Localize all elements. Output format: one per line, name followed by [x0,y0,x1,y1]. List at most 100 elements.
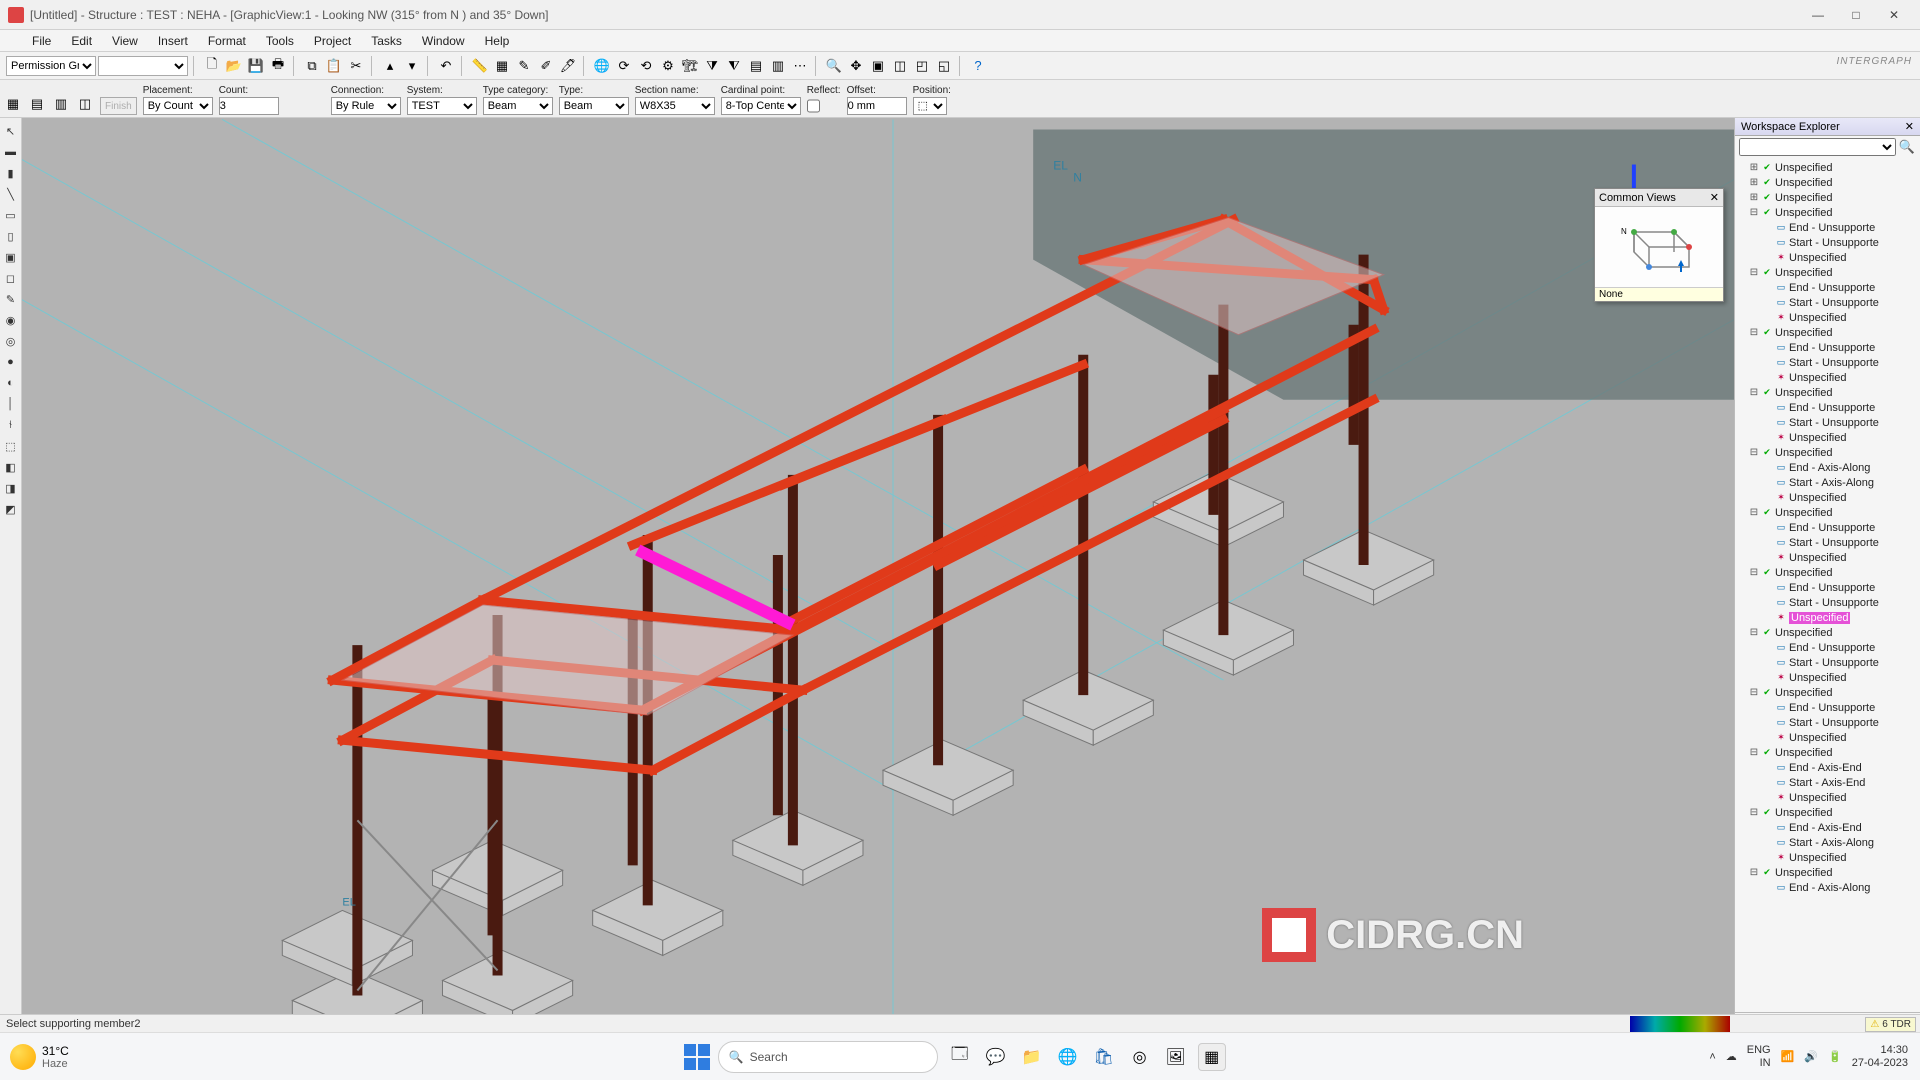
filter2-icon[interactable]: ⧨ [724,56,744,76]
tree-child[interactable]: ▭Start - Unsupporte [1737,535,1920,550]
nav-down-icon[interactable]: ▾ [402,56,422,76]
tree-group[interactable]: ⊟✔Unspecified [1737,445,1920,460]
window-icon[interactable]: ◫ [890,56,910,76]
tree-group[interactable]: ⊟✔Unspecified [1737,325,1920,340]
minimize-button[interactable]: — [1800,4,1836,26]
tray-battery-icon[interactable]: 🔋 [1828,1050,1842,1063]
system-select[interactable]: TEST [407,97,477,115]
explorer-filter-select[interactable] [1739,138,1896,156]
tree-child[interactable]: ✶Unspecified [1737,250,1920,265]
tree-group[interactable]: ⊟✔Unspecified [1737,265,1920,280]
taskbar-weather[interactable]: 31°C Haze [0,1044,200,1070]
taskbar-app-explorer[interactable]: 📁 [1018,1043,1046,1071]
menu-file[interactable]: File [22,32,61,50]
filter-icon[interactable]: ⧩ [702,56,722,76]
tdr-indicator[interactable]: ⚠6 TDR [1865,1017,1916,1032]
tree-child[interactable]: ✶Unspecified [1737,490,1920,505]
tree-group[interactable]: ⊞✔Unspecified [1737,190,1920,205]
cardinal-select[interactable]: 8-Top Cente [721,97,801,115]
lt-graph-icon[interactable]: ⫮ [2,416,20,434]
brush-icon[interactable]: 🖊 [558,56,578,76]
lt-select-icon[interactable]: ↖ [2,122,20,140]
tree-child[interactable]: ▭End - Unsupporte [1737,280,1920,295]
menu-tools[interactable]: Tools [256,32,304,50]
tray-chevron-icon[interactable]: ˄ [1709,1051,1715,1063]
menu-window[interactable]: Window [412,32,475,50]
more-icon[interactable]: ⋯ [790,56,810,76]
tree-child[interactable]: ▭Start - Unsupporte [1737,655,1920,670]
nav-up-icon[interactable]: ▴ [380,56,400,76]
menu-insert[interactable]: Insert [148,32,198,50]
gear-icon[interactable]: ⚙ [658,56,678,76]
tree-child[interactable]: ✶Unspecified [1737,430,1920,445]
common-views-close-icon[interactable]: ✕ [1710,191,1719,204]
lt-brace-icon[interactable]: ╲ [2,185,20,203]
menu-format[interactable]: Format [198,32,256,50]
viewport-3d[interactable]: EL N EL CIDRG.CN [22,118,1734,1032]
tree-group[interactable]: ⊟✔Unspecified [1737,805,1920,820]
lt-misc1-icon[interactable]: ◧ [2,458,20,476]
tree-group[interactable]: ⊟✔Unspecified [1737,505,1920,520]
save-icon[interactable]: 💾 [246,56,266,76]
edit-icon[interactable]: ✎ [514,56,534,76]
tree-group[interactable]: ⊞✔Unspecified [1737,175,1920,190]
tree-child[interactable]: ✶Unspecified [1737,310,1920,325]
tree-child[interactable]: ✶Unspecified [1737,550,1920,565]
tree-child[interactable]: ▭Start - Unsupporte [1737,295,1920,310]
lt-pencil-icon[interactable]: ✎ [2,290,20,308]
tree-child[interactable]: ▭End - Axis-End [1737,820,1920,835]
taskbar-search[interactable]: 🔍 Search [718,1041,938,1073]
tree-child[interactable]: ✶Unspecified [1737,370,1920,385]
tree-group[interactable]: ⊟✔Unspecified [1737,205,1920,220]
tree-group[interactable]: ⊟✔Unspecified [1737,565,1920,580]
taskbar-app-store[interactable]: 🛍 [1090,1043,1118,1071]
tree-child[interactable]: ▭Start - Unsupporte [1737,355,1920,370]
lt-footing-icon[interactable]: ▣ [2,248,20,266]
tree-child[interactable]: ▭End - Axis-Along [1737,880,1920,895]
menu-edit[interactable]: Edit [61,32,102,50]
tree-child[interactable]: ✶Unspecified [1737,610,1920,625]
taskbar-app-sp3d[interactable]: ▦ [1198,1043,1226,1071]
new-icon[interactable]: 🗋 [202,56,222,76]
taskbar-app-taskview[interactable]: 🗔 [946,1043,974,1071]
lt-stair-icon[interactable]: ⬚ [2,437,20,455]
grid-icon[interactable]: ▦ [492,56,512,76]
reflect-checkbox[interactable] [807,97,820,115]
permission-group-select[interactable]: Permission Group [6,56,96,76]
structure-icon[interactable]: 🏗 [680,56,700,76]
refresh-icon[interactable]: ⟳ [614,56,634,76]
lt-slab-icon[interactable]: ▭ [2,206,20,224]
r2-icon-1[interactable]: ▦ [4,95,22,113]
tree-group[interactable]: ⊟✔Unspecified [1737,685,1920,700]
permission-sub-select[interactable] [98,56,188,76]
tree-child[interactable]: ▭End - Axis-End [1737,760,1920,775]
sync-icon[interactable]: ⟲ [636,56,656,76]
tree-group[interactable]: ⊟✔Unspecified [1737,745,1920,760]
tree-child[interactable]: ▭Start - Unsupporte [1737,715,1920,730]
r2-icon-4[interactable]: ◫ [76,95,94,113]
tray-lang[interactable]: ENGIN [1747,1044,1771,1068]
lt-column-icon[interactable]: ▮ [2,164,20,182]
tree-child[interactable]: ▭End - Axis-Along [1737,460,1920,475]
paste-icon[interactable]: 📋 [324,56,344,76]
measure-icon[interactable]: 📏 [470,56,490,76]
tray-clock[interactable]: 14:3027-04-2023 [1852,1044,1908,1068]
cut-icon[interactable]: ✂ [346,56,366,76]
tree-group[interactable]: ⊞✔Unspecified [1737,160,1920,175]
zoom-icon[interactable]: 🔍 [824,56,844,76]
menu-project[interactable]: Project [304,32,361,50]
tree-child[interactable]: ▭End - Unsupporte [1737,400,1920,415]
menu-help[interactable]: Help [475,32,520,50]
offset-input[interactable] [847,97,907,115]
menu-tasks[interactable]: Tasks [361,32,412,50]
globe-icon[interactable]: 🌐 [592,56,612,76]
explorer-close-icon[interactable]: ✕ [1905,120,1914,133]
layers2-icon[interactable]: ▥ [768,56,788,76]
section-select[interactable]: W8X35 [635,97,715,115]
fit-icon[interactable]: ▣ [868,56,888,76]
count-input[interactable] [219,97,279,115]
tray-volume-icon[interactable]: 🔊 [1804,1050,1818,1063]
tree-child[interactable]: ▭Start - Axis-Along [1737,475,1920,490]
tree-child[interactable]: ▭Start - Axis-End [1737,775,1920,790]
pan-icon[interactable]: ✥ [846,56,866,76]
